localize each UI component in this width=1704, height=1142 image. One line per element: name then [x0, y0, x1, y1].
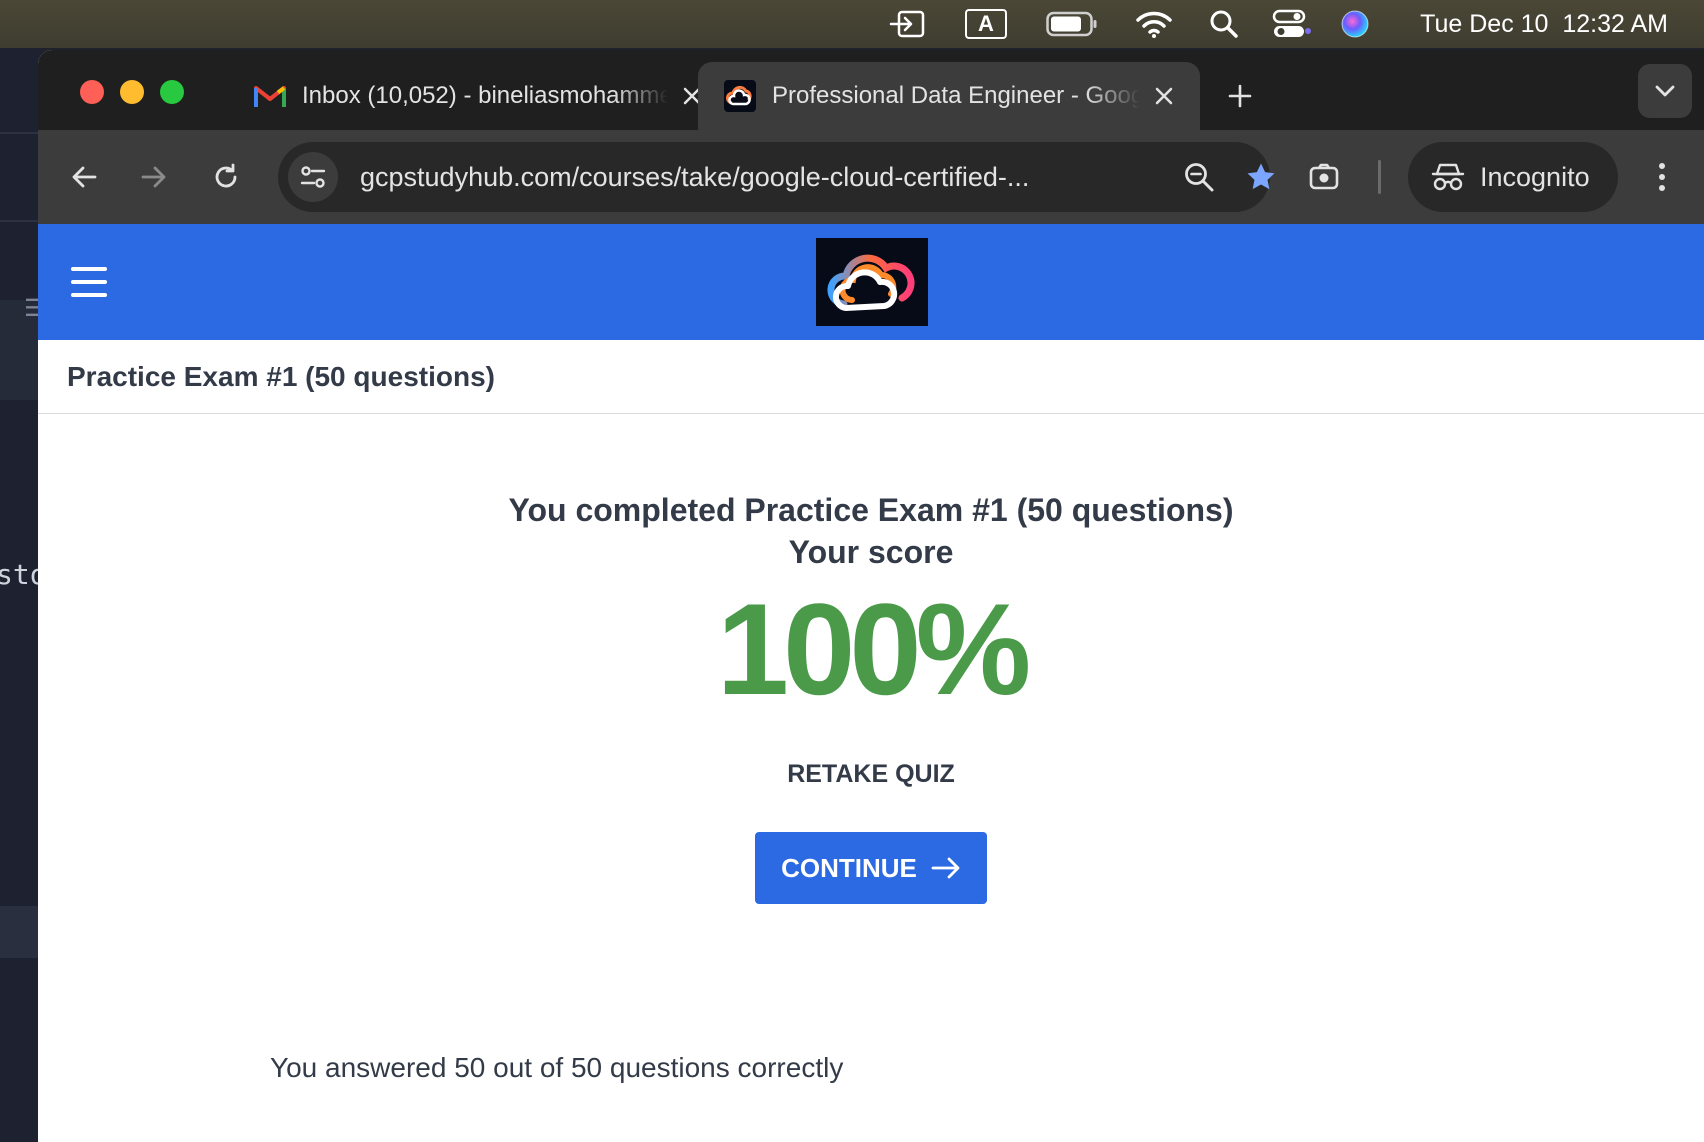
forward-button[interactable]: [130, 153, 178, 201]
answered-summary: You answered 50 out of 50 questions corr…: [270, 1052, 844, 1083]
plus-icon: [1228, 84, 1252, 108]
tab-search-button[interactable]: [1638, 64, 1692, 118]
site-info-button[interactable]: [288, 152, 338, 202]
address-bar[interactable]: gcpstudyhub.com/courses/take/google-clou…: [278, 142, 1275, 212]
gcpstudyhub-icon: [724, 80, 756, 112]
tab-strip: Inbox (10,052) - bineliasmohammed Profes…: [38, 50, 1704, 130]
clock-date: Tue Dec 10: [1420, 10, 1549, 38]
macos-menu-bar: A Tue Dec 10 12:32 AM: [0, 0, 1704, 48]
incognito-icon: [1430, 159, 1466, 195]
course-title: Practice Exam #1 (50 questions): [67, 361, 495, 392]
chrome-menu-button[interactable]: [1638, 153, 1686, 201]
web-page: Practice Exam #1 (50 questions) You comp…: [38, 224, 1704, 1142]
back-button[interactable]: [60, 153, 108, 201]
more-vertical-icon: [1659, 163, 1665, 191]
siri-icon[interactable]: [1338, 8, 1372, 40]
background-window: ☰ sto: [0, 48, 47, 1142]
zoom-window-button[interactable]: [160, 80, 184, 104]
close-window-button[interactable]: [80, 80, 104, 104]
site-header: [38, 224, 1704, 340]
close-tab-icon[interactable]: [1148, 80, 1180, 112]
divider: [0, 132, 40, 134]
spotlight-search-icon[interactable]: [1206, 8, 1242, 40]
menubar-clock[interactable]: Tue Dec 10 12:32 AM: [1420, 8, 1668, 40]
tab-title: Professional Data Engineer - Google Clou…: [772, 82, 1140, 109]
reload-button[interactable]: [202, 153, 250, 201]
score-value: 100%: [716, 576, 1032, 722]
chevron-down-icon: [1655, 85, 1675, 97]
url-text[interactable]: gcpstudyhub.com/courses/take/google-clou…: [360, 142, 1029, 212]
site-logo[interactable]: [816, 238, 928, 326]
hamburger-menu-icon[interactable]: [68, 262, 110, 302]
completed-message: You completed Practice Exam #1 (50 quest…: [508, 492, 1234, 528]
incognito-button[interactable]: Incognito: [1408, 142, 1618, 212]
retake-quiz-link[interactable]: RETAKE QUIZ: [38, 760, 1704, 789]
browser-toolbar: gcpstudyhub.com/courses/take/google-clou…: [38, 130, 1704, 224]
tab-professional-data-engineer[interactable]: Professional Data Engineer - Google Clou…: [698, 62, 1200, 130]
reload-icon: [215, 163, 237, 188]
incognito-label: Incognito: [1480, 161, 1590, 192]
cloud-logo-icon: [827, 254, 915, 311]
wifi-icon[interactable]: [1134, 8, 1174, 40]
bookmark-star-icon[interactable]: [1240, 156, 1282, 198]
clock-time: 12:32 AM: [1562, 10, 1668, 38]
your-score-label: Your score: [788, 534, 954, 570]
arrow-right-icon: [141, 166, 166, 188]
input-source-label: A: [965, 9, 1007, 39]
toolbar-divider: [1378, 160, 1381, 194]
input-source-icon[interactable]: A: [964, 8, 1008, 40]
arrow-right-icon: [931, 857, 960, 879]
continue-label: CONTINUE: [781, 852, 917, 883]
new-tab-button[interactable]: [1218, 74, 1262, 118]
tab-title: Inbox (10,052) - bineliasmohammed: [302, 82, 668, 109]
gmail-icon: [254, 80, 286, 112]
browser-window: Inbox (10,052) - bineliasmohammed Profes…: [38, 50, 1704, 1142]
battery-icon[interactable]: [1046, 8, 1098, 40]
background-panel: [0, 906, 40, 958]
tune-icon: [300, 166, 326, 188]
arrow-left-icon: [72, 166, 97, 188]
minimize-window-button[interactable]: [120, 80, 144, 104]
divider: [0, 220, 40, 222]
course-title-bar: Practice Exam #1 (50 questions): [38, 340, 1704, 414]
google-lens-button[interactable]: [1300, 153, 1348, 201]
tab-inbox[interactable]: Inbox (10,052) - bineliasmohammed: [228, 62, 728, 130]
sign-in-icon[interactable]: [888, 8, 928, 40]
control-center-icon[interactable]: [1272, 8, 1312, 40]
continue-button[interactable]: CONTINUE: [755, 832, 987, 904]
camera-lens-icon: [1309, 163, 1339, 190]
zoom-icon[interactable]: [1180, 158, 1218, 196]
